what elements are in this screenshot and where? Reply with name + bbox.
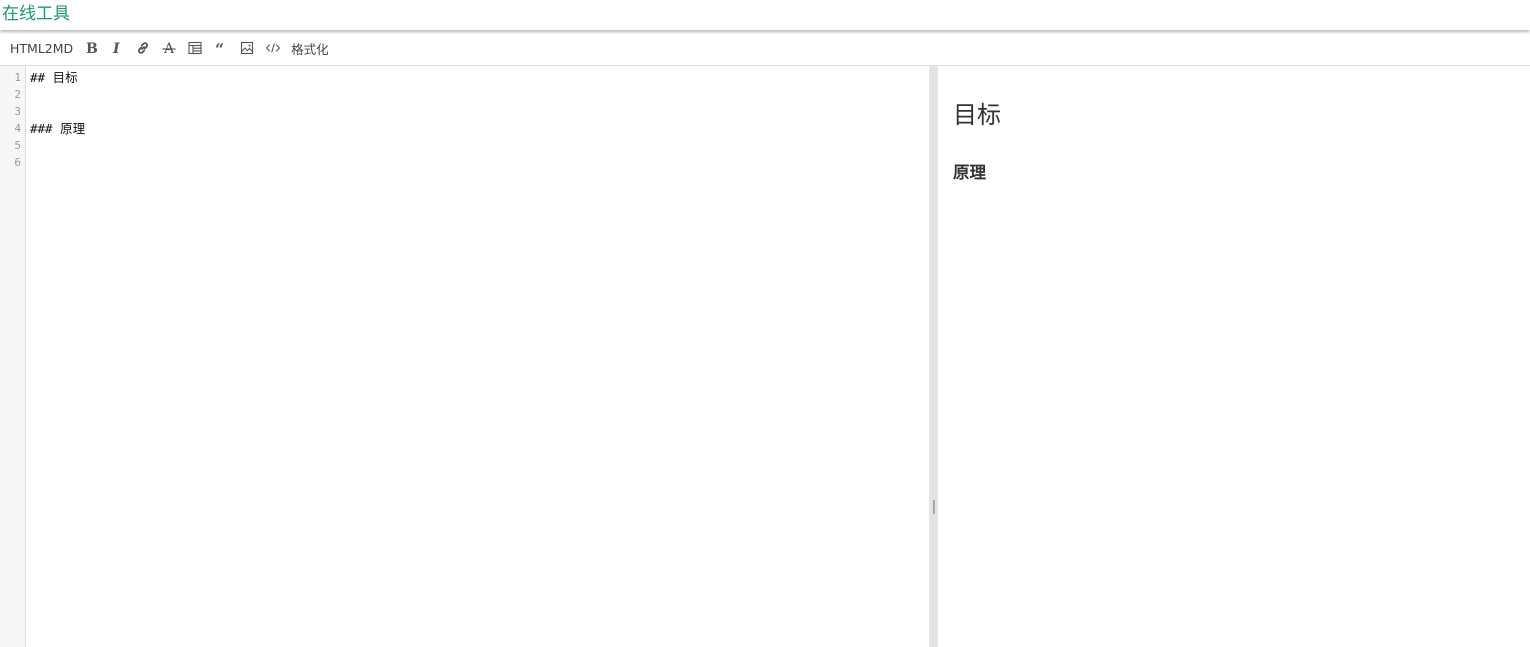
markdown-preview: 目标 原理 [938,66,1530,647]
code-icon [265,43,281,53]
editor-toolbar: HTML2MD B I A “ 格式化 [0,31,1530,66]
code-button[interactable] [260,36,286,60]
line-number: 6 [14,156,21,169]
italic-button[interactable]: I [104,36,130,60]
link-button[interactable] [130,36,156,60]
splitter-grip-icon [933,500,935,514]
line-number: 1 [14,71,21,84]
svg-text:B: B [86,41,98,55]
line-number: 5 [14,139,21,152]
format-button[interactable]: 格式化 [286,36,334,60]
markdown-editor[interactable]: 1 2 3 4 5 6 ## 目标 ### 原理 [0,66,930,647]
pane-splitter[interactable] [930,66,938,647]
code-line[interactable]: ### 原理 [30,120,85,137]
strikethrough-icon: A [162,41,176,55]
svg-text:I: I [112,41,120,55]
line-number: 3 [14,105,21,118]
svg-text:A: A [163,41,175,55]
image-button[interactable] [234,36,260,60]
table-icon [188,41,202,55]
svg-text:“: “ [215,41,224,55]
line-number-gutter: 1 2 3 4 5 6 [0,66,26,647]
line-number: 2 [14,88,21,101]
preview-heading-3: 原理 [953,163,986,182]
table-button[interactable] [182,36,208,60]
link-icon [138,42,149,54]
brand-link[interactable]: 在线工具 [2,3,70,25]
quote-icon: “ [215,41,224,55]
strikethrough-button[interactable]: A [156,36,182,60]
line-number: 4 [14,122,21,135]
preview-heading-2: 目标 [953,101,1001,129]
html2md-button[interactable]: HTML2MD [5,36,78,60]
quote-button[interactable]: “ [208,36,234,60]
italic-icon: I [112,41,120,55]
bold-icon: B [86,41,98,55]
code-line[interactable]: ## 目标 [30,69,78,86]
image-icon [241,41,254,55]
bold-button[interactable]: B [78,36,104,60]
top-header: 在线工具 [0,0,1530,30]
